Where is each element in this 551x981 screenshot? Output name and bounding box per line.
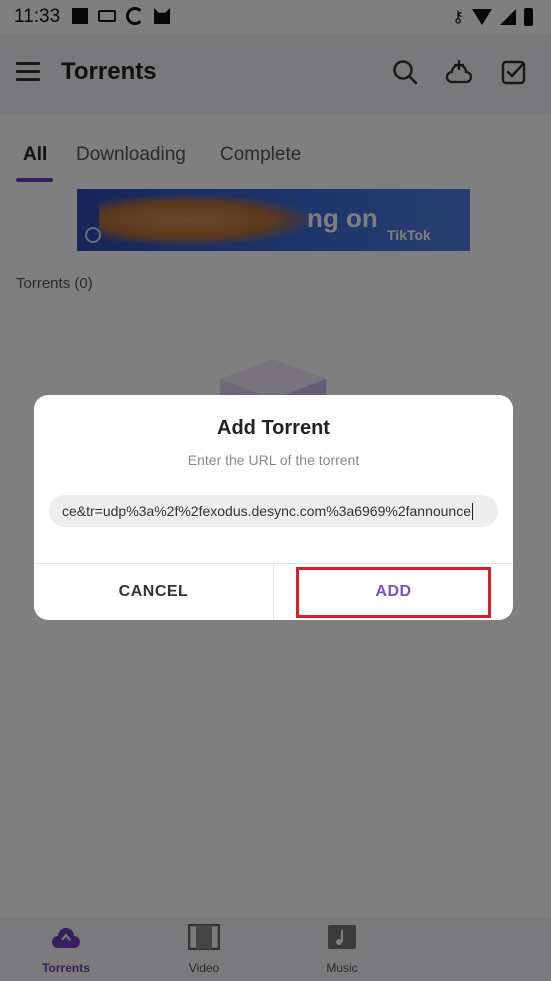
text-cursor xyxy=(472,502,474,520)
dialog-title: Add Torrent xyxy=(217,417,330,439)
add-torrent-dialog: Add Torrent Enter the URL of the torrent… xyxy=(34,395,513,620)
url-input[interactable]: ce&tr=udp%3a%2f%2fexodus.desync.com%3a69… xyxy=(49,495,498,527)
cancel-button[interactable]: CANCEL xyxy=(34,564,273,620)
dialog-subtitle: Enter the URL of the torrent xyxy=(187,452,360,468)
url-input-value: ce&tr=udp%3a%2f%2fexodus.desync.com%3a69… xyxy=(62,503,472,519)
add-button[interactable]: ADD xyxy=(274,564,513,620)
app-root: 11:33 ⚷ Torrents xyxy=(0,0,551,981)
